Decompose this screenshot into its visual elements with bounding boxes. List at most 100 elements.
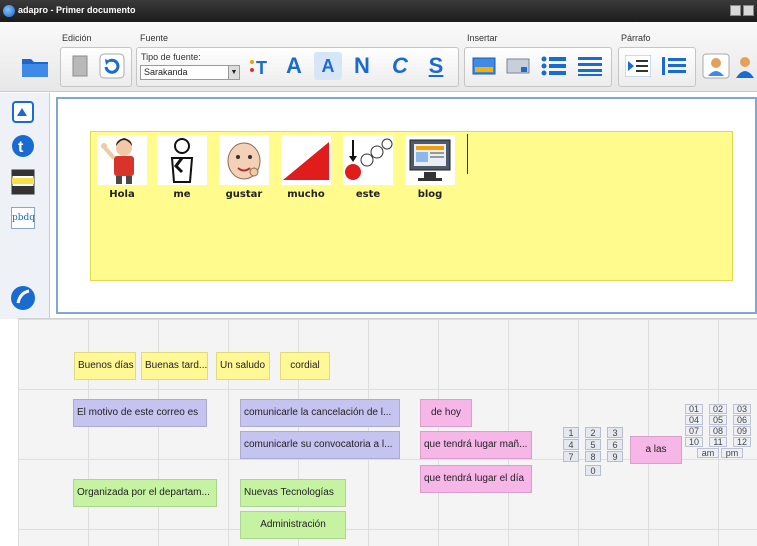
text-color-button[interactable]: T — [246, 52, 274, 80]
text-t-icon: t — [12, 135, 34, 157]
hour-key-05[interactable]: 05 — [709, 415, 727, 425]
clear-button[interactable] — [10, 285, 36, 311]
text-tool-button[interactable]: t — [10, 133, 36, 159]
hour-key-04[interactable]: 04 — [685, 415, 703, 425]
am-key[interactable]: am — [697, 448, 719, 458]
italic-button[interactable]: C — [386, 52, 414, 80]
number-key-0[interactable]: 0 — [585, 465, 601, 476]
indent-icon — [625, 55, 651, 77]
number-key-9[interactable]: 9 — [607, 451, 623, 462]
group-label-edicion: Edición — [62, 33, 92, 43]
happy-face-icon — [219, 135, 269, 185]
pictogram-gustar[interactable]: gustar — [215, 135, 273, 205]
number-key-5[interactable]: 5 — [585, 439, 601, 450]
bold-button[interactable]: N — [348, 52, 376, 80]
group-label-parrafo: Párrafo — [621, 33, 651, 43]
text-color-icon: T — [250, 58, 267, 78]
pictogram-blog[interactable]: blog — [401, 135, 459, 205]
left-sidebar: t pbdq — [0, 93, 50, 319]
outdent-button[interactable] — [660, 52, 688, 80]
number-key-7[interactable]: 7 — [563, 451, 579, 462]
number-key-6[interactable]: 6 — [607, 439, 623, 450]
phrase-buenos-dias[interactable]: Buenos días — [74, 352, 136, 380]
list-icon — [578, 57, 602, 76]
font-size-up-button[interactable]: A — [280, 52, 308, 80]
phrase-lugar-dia[interactable]: que tendrá lugar el día — [420, 465, 532, 493]
user-settings-button[interactable] — [702, 52, 730, 80]
bullet-list-button[interactable] — [540, 52, 568, 80]
pbdq-button[interactable]: pbdq — [10, 205, 36, 231]
indent-button[interactable] — [624, 52, 652, 80]
pictogram-hola[interactable]: Hola — [93, 135, 151, 205]
paste-button[interactable] — [66, 52, 94, 80]
eraser-icon — [11, 286, 35, 310]
phrase-administracion[interactable]: Administración — [240, 511, 346, 539]
ribbon-toolbar: Edición Fuente Insertar Párrafo Tipo de … — [0, 22, 757, 92]
pointing-dot-icon — [343, 135, 393, 185]
user-settings-icon — [702, 53, 730, 79]
insert-image-button[interactable] — [470, 52, 498, 80]
hour-key-10[interactable]: 10 — [685, 437, 703, 447]
color-band-button[interactable] — [10, 169, 36, 195]
phrase-organizada[interactable]: Organizada por el departam... — [73, 479, 217, 507]
hour-key-02[interactable]: 02 — [709, 404, 727, 414]
folder-icon — [22, 59, 48, 77]
pictogram-sentence-strip[interactable]: Hola me gustar mucho este blog — [90, 131, 733, 281]
font-size-down-button[interactable]: A — [314, 52, 342, 80]
maximize-button[interactable] — [743, 5, 754, 16]
pictogram-mucho[interactable]: mucho — [277, 135, 335, 205]
group-label-insertar: Insertar — [467, 33, 498, 43]
font-size-down-icon: A — [321, 55, 335, 76]
computer-screen-icon — [405, 135, 455, 185]
hour-key-06[interactable]: 06 — [733, 415, 751, 425]
phrase-grid: Buenos días Buenas tard... Un saludo cor… — [18, 318, 757, 546]
number-key-8[interactable]: 8 — [585, 451, 601, 462]
hour-key-01[interactable]: 01 — [685, 404, 703, 414]
phrase-buenas-tardes[interactable]: Buenas tard... — [141, 352, 208, 380]
number-key-1[interactable]: 1 — [563, 427, 579, 438]
hour-key-03[interactable]: 03 — [733, 404, 751, 414]
hour-key-09[interactable]: 09 — [733, 426, 751, 436]
phrase-de-hoy[interactable]: de hoy — [420, 399, 472, 427]
phrase-a-las[interactable]: a las — [630, 436, 682, 464]
window-title: adapro - Primer documento — [18, 5, 136, 15]
phrase-cordial[interactable]: cordial — [280, 352, 330, 380]
number-key-2[interactable]: 2 — [585, 427, 601, 438]
phrase-motivo[interactable]: El motivo de este correo es — [73, 399, 207, 427]
font-size-up-icon: A — [286, 53, 302, 78]
phrase-cancelacion[interactable]: comunicarle la cancelación de l... — [240, 399, 400, 427]
outdent-icon — [662, 57, 686, 75]
number-key-3[interactable]: 3 — [607, 427, 623, 438]
phrase-lugar-manana[interactable]: que tendrá lugar mañ... — [420, 431, 532, 459]
undo-button[interactable] — [98, 52, 126, 80]
number-key-4[interactable]: 4 — [563, 439, 579, 450]
font-select[interactable]: Sarakanda ▼ — [140, 65, 240, 80]
pictogram-tool-button[interactable] — [10, 99, 36, 125]
hour-key-12[interactable]: 12 — [733, 437, 751, 447]
hour-key-07[interactable]: 07 — [685, 426, 703, 436]
open-folder-button[interactable] — [18, 49, 52, 83]
line-list-button[interactable] — [576, 52, 604, 80]
pbdq-icon: pbdq — [11, 207, 35, 229]
pictogram-word: blog — [417, 189, 443, 200]
hour-key-08[interactable]: 08 — [709, 426, 727, 436]
color-band-icon — [11, 169, 35, 195]
hour-key-11[interactable]: 11 — [709, 437, 727, 447]
table-icon — [506, 58, 530, 74]
bold-icon: N — [354, 53, 370, 78]
minimize-button[interactable] — [730, 5, 741, 16]
phrase-un-saludo[interactable]: Un saludo — [216, 352, 270, 380]
document-area[interactable]: Hola me gustar mucho este blog — [56, 97, 757, 314]
user-icon — [736, 57, 754, 78]
user-button[interactable] — [734, 52, 756, 80]
pictogram-este[interactable]: este — [339, 135, 397, 205]
app-logo-icon — [3, 5, 15, 17]
group-label-fuente: Fuente — [140, 33, 169, 43]
phrase-convocatoria[interactable]: comunicarle su convocatoria a l... — [240, 431, 400, 459]
insert-table-button[interactable] — [504, 52, 532, 80]
pm-key[interactable]: pm — [721, 448, 743, 458]
font-type-label: Tipo de fuente: — [141, 52, 201, 62]
underline-button[interactable]: S — [422, 52, 450, 80]
pictogram-me[interactable]: me — [153, 135, 211, 205]
phrase-nuevas-tecnologias[interactable]: Nuevas Tecnologías — [240, 479, 346, 507]
